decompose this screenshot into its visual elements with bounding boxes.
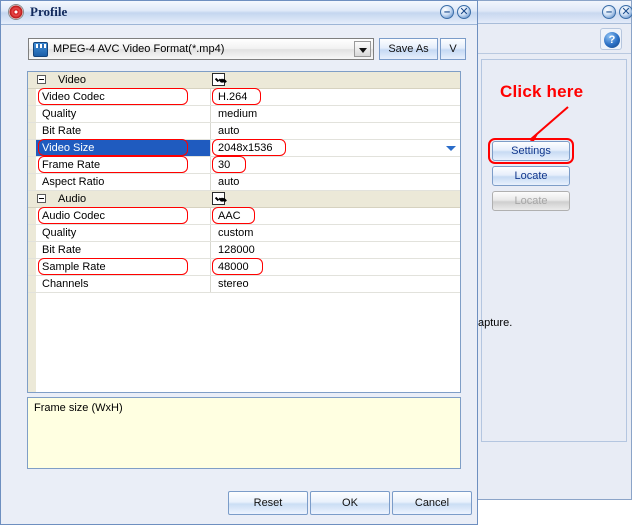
grid-row-label: Bit Rate [36, 242, 211, 258]
dialog-title: Profile [30, 4, 68, 19]
parent-close-glyph: ✕ [621, 6, 631, 18]
grid-row-value[interactable]: stereo [212, 276, 460, 292]
save-as-button[interactable]: Save As [379, 38, 438, 60]
grid-property-row[interactable]: Video Size 2048x1536 [28, 140, 460, 157]
grid-row-value[interactable]: auto [212, 123, 460, 139]
category-checkbox[interactable] [212, 192, 225, 205]
help-button[interactable]: ? [600, 28, 622, 50]
cancel-button[interactable]: Cancel [392, 491, 472, 515]
grid-property-row[interactable]: Quality custom [28, 225, 460, 242]
grid-row-label: Frame Rate [36, 157, 211, 173]
grid-row-label: Bit Rate [36, 123, 211, 139]
grid-row-value[interactable]: 2048x1536 [212, 140, 460, 156]
grid-property-row[interactable]: Channels stereo [28, 276, 460, 293]
locate-button-disabled: Locate [492, 191, 570, 211]
grid-row-value[interactable]: 128000 [212, 242, 460, 258]
grid-property-row[interactable]: Bit Rate auto [28, 123, 460, 140]
grid-category-row[interactable]: Audio [28, 191, 460, 208]
grid-row-label: Channels [36, 276, 211, 292]
chevron-down-icon[interactable] [354, 41, 371, 57]
dialog-minimize-icon[interactable]: – [440, 5, 454, 19]
locate-button[interactable]: Locate [492, 166, 570, 186]
grid-row-value[interactable]: 30 [212, 157, 460, 173]
reset-button[interactable]: Reset [228, 491, 308, 515]
property-grid[interactable]: Video Video Codec H.264 Quality medium Bit Ra… [27, 71, 461, 393]
video-format-icon [33, 42, 48, 57]
grid-row-label: Sample Rate [36, 259, 211, 275]
grid-row-value[interactable]: 48000 [212, 259, 460, 275]
grid-row-label: Quality [36, 106, 211, 122]
help-icon: ? [604, 32, 620, 48]
profile-format-combobox[interactable]: MPEG-4 AVC Video Format(*.mp4) [28, 38, 374, 60]
grid-rows-container: Video Video Codec H.264 Quality medium Bit Ra… [28, 72, 460, 293]
grid-property-row[interactable]: Frame Rate 30 [28, 157, 460, 174]
grid-property-row[interactable]: Sample Rate 48000 [28, 259, 460, 276]
grid-row-label: Audio [58, 193, 87, 205]
grid-row-value[interactable]: AAC [212, 208, 460, 224]
parent-minimize-glyph: – [605, 6, 613, 18]
grid-row-value[interactable]: medium [212, 106, 460, 122]
grid-category-row[interactable]: Video [28, 72, 460, 89]
grid-row-value[interactable]: auto [212, 174, 460, 190]
grid-row-label: Video [58, 74, 86, 86]
description-pane: Frame size (WxH) [27, 397, 461, 469]
dialog-close-glyph: ✕ [459, 6, 469, 18]
click-here-annotation: Click here [500, 82, 584, 101]
profile-gear-icon [8, 4, 24, 20]
grid-row-label: Video Codec [36, 89, 211, 105]
grid-property-row[interactable]: Aspect Ratio auto [28, 174, 460, 191]
grid-row-label: Quality [36, 225, 211, 241]
dialog-close-icon[interactable]: ✕ [457, 5, 471, 19]
parent-close-icon[interactable]: ✕ [619, 5, 632, 19]
grid-property-row[interactable]: Video Codec H.264 [28, 89, 460, 106]
grid-property-row[interactable]: Quality medium [28, 106, 460, 123]
grid-property-row[interactable]: Bit Rate 128000 [28, 242, 460, 259]
grid-row-label: Video Size [36, 140, 211, 156]
grid-row-label: Audio Codec [36, 208, 211, 224]
settings-button-highlight [488, 138, 574, 164]
grid-property-row[interactable]: Audio Codec AAC [28, 208, 460, 225]
dialog-titlebar [1, 1, 477, 25]
ok-button[interactable]: OK [310, 491, 390, 515]
parent-minimize-icon[interactable]: – [602, 5, 616, 19]
grid-row-value[interactable]: custom [212, 225, 460, 241]
grid-row-label: Aspect Ratio [36, 174, 211, 190]
grid-row-value[interactable]: H.264 [212, 89, 460, 105]
chevron-down-icon[interactable] [445, 143, 456, 154]
category-checkbox[interactable] [212, 73, 225, 86]
profile-format-value: MPEG-4 AVC Video Format(*.mp4) [53, 43, 225, 55]
parent-partial-text: apture. [478, 317, 513, 329]
dialog-minimize-glyph: – [443, 6, 451, 18]
v-button[interactable]: V [440, 38, 466, 60]
